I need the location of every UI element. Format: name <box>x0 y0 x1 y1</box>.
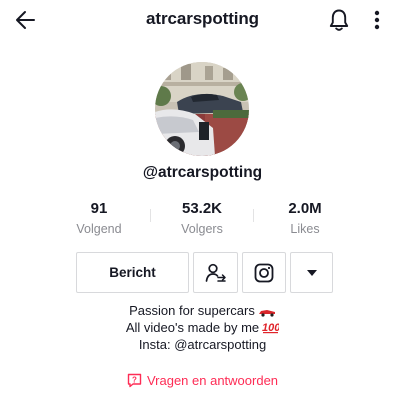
hundred-points-emoji-icon: 100 <box>262 322 279 334</box>
stats-row: 91 Volgend 53.2K Volgers 2.0M Likes <box>48 199 354 243</box>
more-options-button[interactable] <box>290 252 333 293</box>
bio: Passion for supercars All video's made b… <box>0 302 405 353</box>
caret-down-icon <box>306 269 317 276</box>
bell-icon[interactable] <box>328 8 350 32</box>
car-photo-image <box>155 62 249 156</box>
stat-label: Volgers <box>181 222 223 236</box>
message-button[interactable]: Bericht <box>76 252 189 293</box>
stat-value: 91 <box>90 200 108 217</box>
question-bubble-icon: ? <box>127 373 142 388</box>
stat-label: Likes <box>290 222 320 236</box>
qa-label: Vragen en antwoorden <box>146 373 279 388</box>
svg-text:?: ? <box>132 376 137 385</box>
stat-value: 53.2K <box>181 200 223 217</box>
bio-line: All video's made by me 100 <box>0 319 405 336</box>
stat-following[interactable]: 91 Volgend <box>48 199 150 238</box>
action-buttons: Bericht <box>0 252 405 295</box>
bio-text: Passion for supercars <box>129 303 255 318</box>
vertical-dots-icon[interactable] <box>369 8 385 32</box>
top-bar: atrcarspotting <box>0 0 405 40</box>
stat-label: Volgend <box>76 222 122 236</box>
follow-button[interactable] <box>193 252 238 293</box>
instagram-button[interactable] <box>242 252 286 293</box>
avatar[interactable] <box>155 62 249 156</box>
bio-text: All video's made by me <box>125 320 260 335</box>
race-car-emoji-icon <box>258 310 275 317</box>
stat-followers[interactable]: 53.2K Volgers <box>151 199 253 238</box>
add-friend-icon <box>205 263 227 284</box>
instagram-icon <box>254 263 274 282</box>
stat-likes[interactable]: 2.0M Likes <box>254 199 356 238</box>
qa-link[interactable]: ? Vragen en antwoorden <box>0 373 405 391</box>
bio-line: Insta: @atrcarspotting <box>138 337 267 352</box>
stat-value: 2.0M <box>288 200 322 217</box>
bio-line: Passion for supercars <box>0 302 405 319</box>
username: @atrcarspotting <box>142 164 263 181</box>
